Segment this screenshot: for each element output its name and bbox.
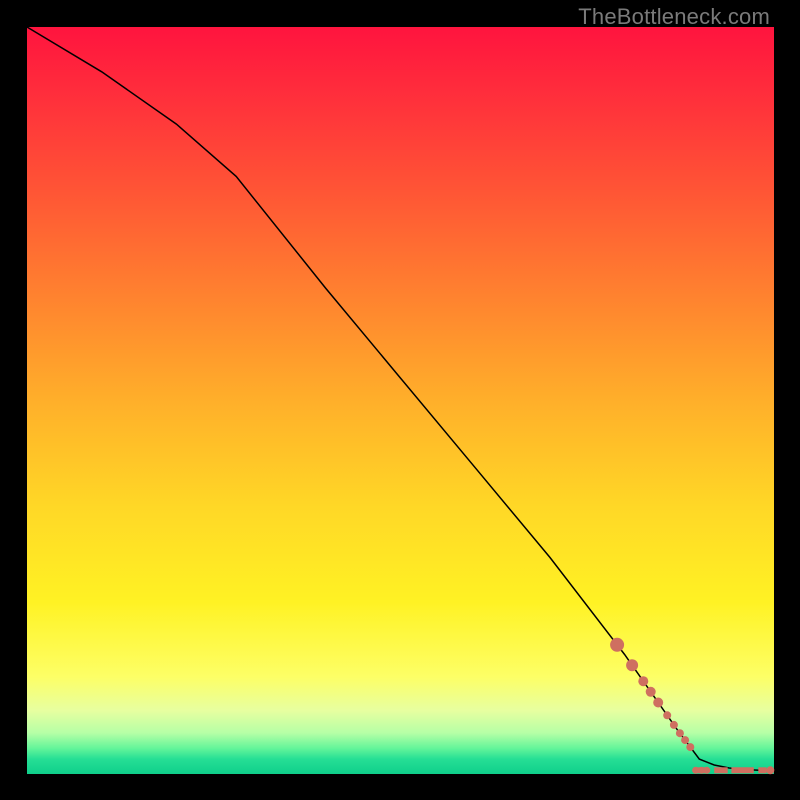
marker-dot — [686, 743, 694, 751]
marker-dot — [646, 687, 656, 697]
marker-dot — [626, 659, 638, 671]
bottleneck-curve — [27, 27, 774, 770]
marker-dot — [653, 698, 663, 708]
marker-dot — [676, 729, 684, 737]
bottom-markers-group — [610, 638, 774, 775]
chart-overlay-svg — [27, 27, 774, 774]
marker-dot — [638, 676, 648, 686]
marker-dot — [663, 711, 671, 719]
marker-dot — [681, 736, 689, 744]
marker-dot — [610, 638, 624, 652]
chart-frame: TheBottleneck.com — [0, 0, 800, 800]
marker-dot — [670, 721, 678, 729]
marker-dot — [766, 766, 774, 774]
